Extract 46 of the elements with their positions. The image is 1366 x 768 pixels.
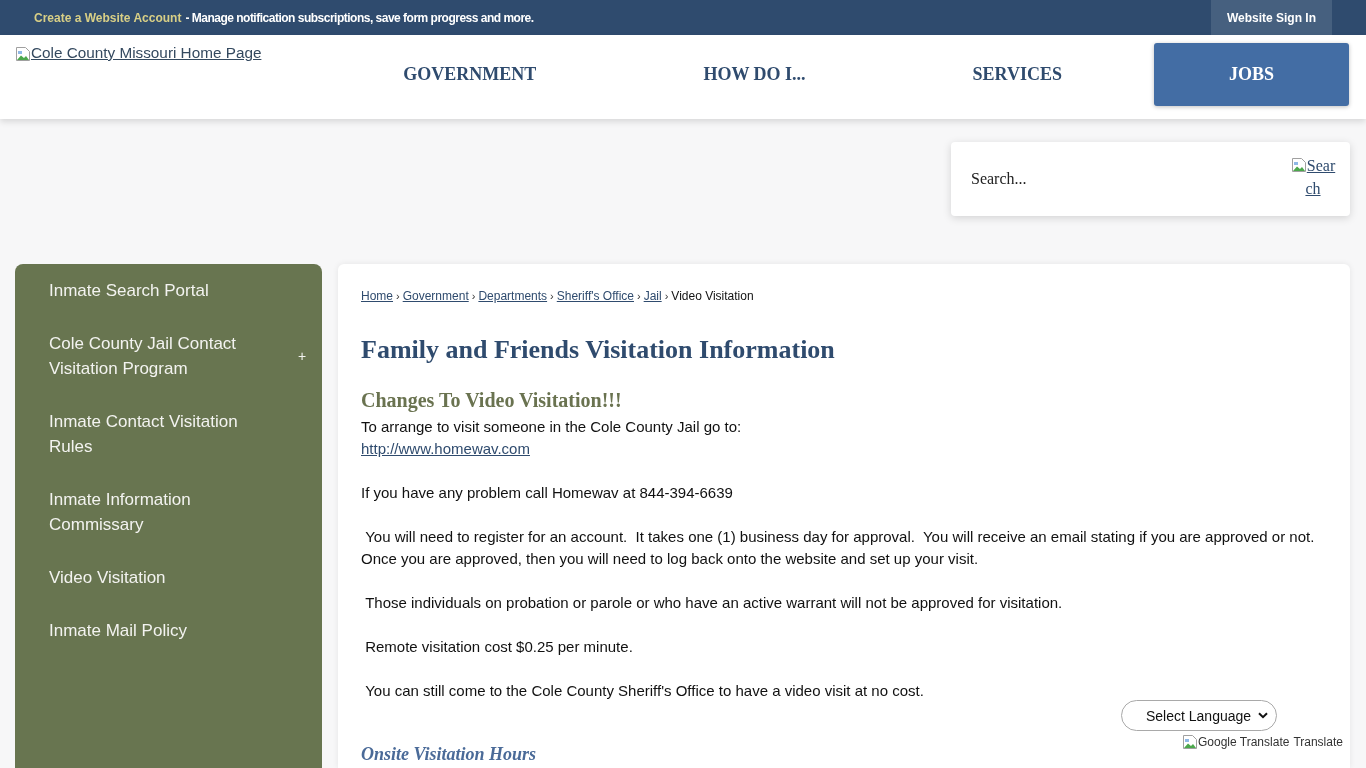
broken-image-icon (15, 46, 31, 62)
breadcrumb-separator: › (664, 289, 669, 304)
expand-toggle[interactable]: + (290, 348, 314, 364)
paragraph-text: Those individuals on probation or parole or who have an active warrant will not be approved for visitation. (364, 593, 1063, 613)
section-subtitle: Changes To Video Visitation!!! (361, 388, 622, 412)
logo-link[interactable]: Cole County Missouri Home Page (15, 44, 262, 62)
breadcrumb-link[interactable]: Government (402, 288, 469, 304)
breadcrumb-separator: › (396, 289, 400, 304)
language-select[interactable]: Select Language (1121, 700, 1277, 731)
search-button[interactable]: Search (1288, 154, 1338, 200)
create-account-link[interactable]: Create a Website Account (34, 10, 182, 25)
sidebar-link[interactable]: Inmate Contact Visitation Rules (15, 395, 259, 473)
translate-label: Translate (1293, 735, 1343, 749)
breadcrumb-separator: › (550, 289, 554, 304)
breadcrumb-link[interactable]: Sheriff's Office (556, 288, 634, 304)
breadcrumb-current: Video Visitation (671, 288, 754, 304)
broken-image-icon (1182, 734, 1198, 750)
paragraph-text: To arrange to visit someone in the Cole County Jail go to: (361, 417, 742, 437)
sidebar-link[interactable]: Inmate Search Portal (15, 264, 259, 317)
nav-tab[interactable]: JOBS (1153, 43, 1349, 106)
sidebar-link[interactable]: Video Visitation (15, 551, 259, 604)
sidebar-link[interactable]: Inmate Mail Policy (15, 604, 259, 657)
breadcrumb-link[interactable]: Home (361, 288, 393, 304)
sidebar-link[interactable]: Inmate Information Commissary (15, 473, 259, 551)
sign-in-button[interactable]: Website Sign In (1210, 0, 1332, 35)
search-bar[interactable]: Search... Search (951, 142, 1350, 216)
breadcrumb-link[interactable]: Departments (478, 288, 548, 304)
paragraph-text: You will need to register for an account. It takes one (1) business day for approval. You will receive an email stating if you are approved or not. Once you are approved, then you will need to log back onto the website and set up your visit. (361, 527, 1316, 569)
paragraph-text: You can still come to the Cole County Sheriff's Office to have a video visit at no cost. (364, 681, 924, 701)
broken-image-icon (1290, 157, 1307, 173)
top-bar-message: - Manage notification subscriptions, save form progress and more. (185, 10, 534, 25)
sidebar-link[interactable]: Cole County Jail Contact Visitation Program (15, 317, 259, 395)
paragraph-text: If you have any problem call Homewav at 844-394-6639 (361, 483, 733, 503)
page-title: Family and Friends Visitation Information (361, 335, 835, 365)
search-field[interactable]: Search... (951, 142, 1288, 216)
website-link[interactable]: http://www.homewav.com (361, 438, 530, 460)
caret-icon (1258, 712, 1268, 719)
paragraph-text: Remote visitation cost $0.25 per minute. (364, 637, 633, 657)
nav-tab[interactable]: GOVERNMENT (328, 43, 612, 106)
section-heading: Onsite Visitation Hours (361, 744, 537, 764)
breadcrumb-separator: › (471, 289, 476, 304)
google-translate-link[interactable]: Google Translate (1182, 734, 1290, 750)
nav-tab[interactable]: SERVICES (897, 43, 1137, 106)
breadcrumb-separator: › (637, 289, 641, 304)
nav-tab[interactable]: HOW DO I... (628, 43, 881, 106)
breadcrumb-link[interactable]: Jail (643, 288, 662, 304)
